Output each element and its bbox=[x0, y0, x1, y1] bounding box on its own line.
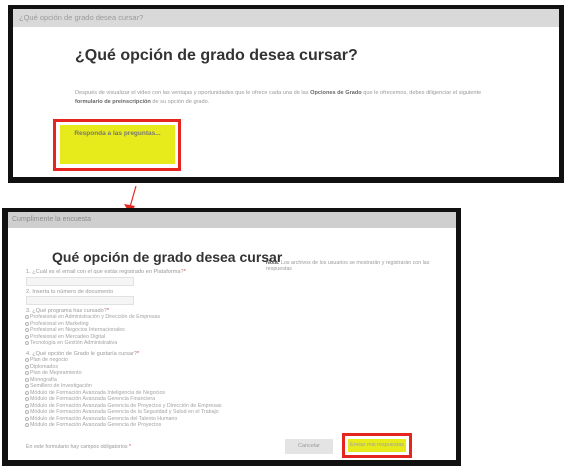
radio-icon bbox=[25, 403, 29, 408]
email-field[interactable] bbox=[26, 277, 134, 286]
preview-content: ¿Qué opción de grado desea cursar? ¿Qué … bbox=[13, 9, 559, 177]
radio-icon bbox=[25, 423, 29, 428]
intro-text-part: de su opción de grado. bbox=[150, 99, 210, 105]
highlight-frame: Enviar mis respuestas bbox=[342, 433, 412, 458]
intro-text-emphasis: formulario de preinscripción bbox=[75, 99, 151, 105]
survey-titlebar: Cumplimente la encuesta bbox=[8, 212, 456, 228]
question-label: 2. Inserta tu número de documento bbox=[26, 289, 114, 295]
radio-icon bbox=[25, 315, 29, 320]
survey-note: Nota: Los archivos de los usuarios se mo… bbox=[266, 260, 456, 272]
required-mark: * bbox=[183, 269, 186, 275]
required-fields-note: En este formulario hay campos obligatori… bbox=[26, 444, 131, 450]
radio-icon bbox=[25, 341, 29, 346]
survey-window: Cumplimente la encuesta Qué opción de gr… bbox=[2, 208, 461, 466]
preview-window: ¿Qué opción de grado desea cursar? ¿Qué … bbox=[8, 5, 564, 183]
radio-icon bbox=[25, 358, 29, 363]
radio-icon bbox=[25, 390, 29, 395]
radio-icon bbox=[25, 371, 29, 376]
radio-icon bbox=[25, 410, 29, 415]
survey-content: Cumplimente la encuesta Qué opción de gr… bbox=[8, 212, 456, 460]
radio-icon bbox=[25, 377, 29, 382]
required-fields-text: En este formulario hay campos obligatori… bbox=[26, 444, 130, 450]
program-options: Profesional en Administración y Direcció… bbox=[25, 314, 160, 347]
radio-option-label: Tecnología en Gestión Administrativa bbox=[30, 340, 118, 346]
degree-options: Plan de negocio Diplomados Plan de Mejor… bbox=[25, 357, 222, 429]
survey-note-text: Los archivos de los usuarios se mostrará… bbox=[266, 260, 430, 272]
required-mark: * bbox=[129, 444, 132, 450]
intro-text-part: Después de visualizar el video con las v… bbox=[75, 90, 311, 96]
radio-icon bbox=[25, 416, 29, 421]
radio-icon bbox=[25, 364, 29, 369]
cancel-button[interactable]: Cancelar bbox=[285, 439, 333, 454]
question-label: 1. ¿Cuál es el email con el que estás re… bbox=[26, 269, 184, 275]
document-number-field[interactable] bbox=[26, 296, 134, 305]
radio-icon bbox=[25, 397, 29, 402]
radio-option[interactable]: Módulo de Formación Avanzada Gerencia de… bbox=[25, 422, 222, 429]
question-email: 1. ¿Cuál es el email con el que estás re… bbox=[26, 269, 186, 275]
highlight-frame: Responda a las preguntas... bbox=[53, 119, 181, 171]
page-title: ¿Qué opción de grado desea cursar? bbox=[75, 47, 358, 64]
intro-text: Después de visualizar el video con las v… bbox=[75, 89, 505, 107]
radio-icon bbox=[25, 334, 29, 339]
submit-answers-button[interactable]: Enviar mis respuestas bbox=[348, 439, 406, 452]
radio-option-label: Módulo de Formación Avanzada Gerencia de… bbox=[30, 422, 162, 428]
radio-icon bbox=[25, 321, 29, 326]
radio-option[interactable]: Tecnología en Gestión Administrativa bbox=[25, 340, 160, 347]
question-document: 2. Inserta tu número de documento bbox=[26, 289, 113, 295]
answer-questions-button[interactable]: Responda a las preguntas... bbox=[60, 125, 175, 164]
radio-icon bbox=[25, 328, 29, 333]
intro-text-emphasis: Opciones de Grado bbox=[310, 90, 362, 96]
survey-title: Qué opción de grado desea cursar bbox=[52, 249, 283, 265]
radio-icon bbox=[25, 384, 29, 389]
intro-text-part: que le ofrecemos, debes diligenciar el s… bbox=[361, 90, 482, 96]
preview-titlebar: ¿Qué opción de grado desea cursar? bbox=[13, 9, 559, 27]
